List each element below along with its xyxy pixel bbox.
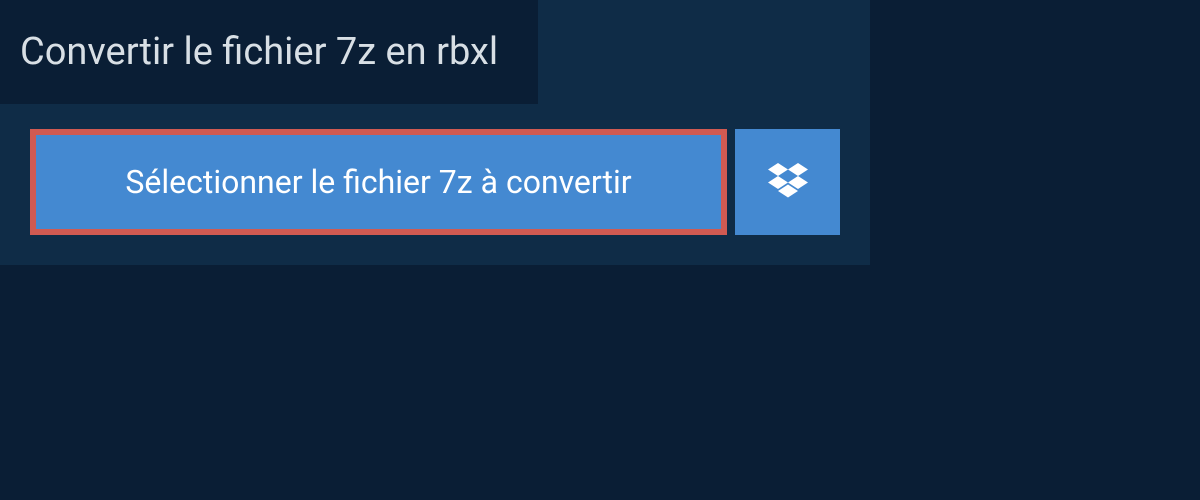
action-row: Sélectionner le fichier 7z à convertir: [0, 104, 870, 235]
dropbox-icon: [768, 163, 808, 201]
select-file-button[interactable]: Sélectionner le fichier 7z à convertir: [30, 129, 727, 235]
page-title: Convertir le fichier 7z en rbxl: [0, 0, 538, 104]
dropbox-button[interactable]: [735, 129, 840, 235]
converter-panel: Convertir le fichier 7z en rbxl Sélectio…: [0, 0, 870, 265]
